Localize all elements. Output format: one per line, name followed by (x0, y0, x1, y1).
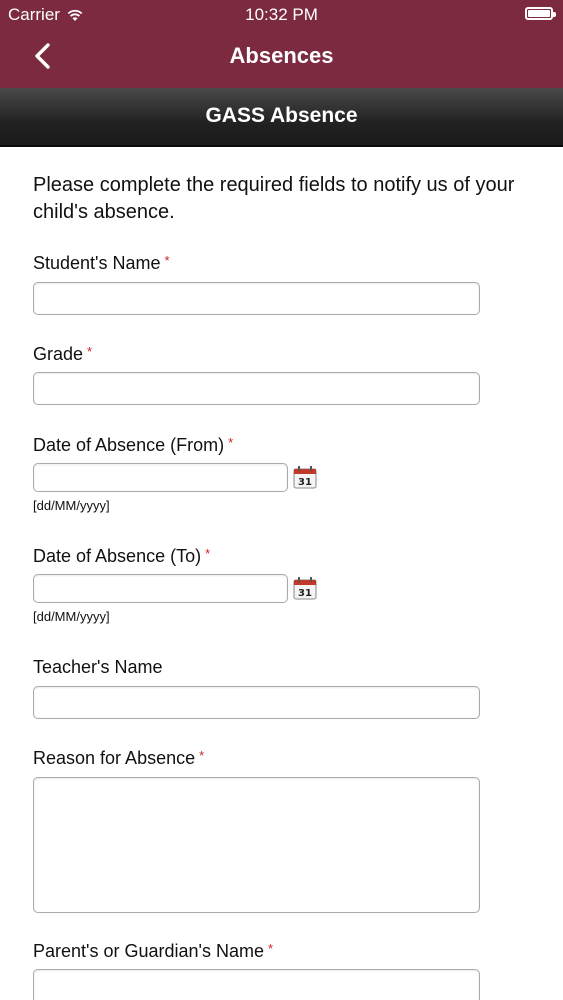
required-marker: * (87, 344, 93, 359)
date-to-label-text: Date of Absence (To) (33, 546, 202, 566)
student-name-label: Student's Name * (33, 253, 170, 274)
calendar-day-text: 31 (298, 477, 312, 488)
reason-label-text: Reason for Absence (33, 748, 196, 768)
form-intro: Please complete the required fields to n… (33, 174, 515, 223)
form-title: GASS Absence (205, 104, 358, 127)
required-marker: * (228, 435, 234, 450)
date-format-hint: [dd/MM/yyyy] (33, 609, 110, 624)
date-to-input[interactable] (33, 574, 288, 603)
student-name-input[interactable] (33, 282, 480, 315)
reason-textarea[interactable] (33, 777, 480, 913)
guardian-name-label-text: Parent's or Guardian's Name (33, 941, 264, 961)
grade-input[interactable] (33, 372, 480, 405)
teacher-name-label-text: Teacher's Name (33, 657, 163, 677)
teacher-name-label: Teacher's Name (33, 657, 163, 678)
grade-label-text: Grade (33, 344, 84, 364)
top-bar: Carrier 10:32 PM Absences (0, 0, 563, 88)
date-from-label-text: Date of Absence (From) (33, 435, 225, 455)
required-marker: * (205, 546, 211, 561)
date-from-input[interactable] (33, 463, 288, 492)
nav-title: Absences (229, 43, 334, 68)
calendar-icon[interactable]: 31 (293, 465, 317, 489)
teacher-name-input[interactable] (33, 686, 480, 719)
date-format-hint: [dd/MM/yyyy] (33, 498, 110, 513)
required-marker: * (164, 253, 170, 268)
form-header-bar: GASS Absence (0, 88, 563, 147)
required-marker: * (199, 748, 205, 763)
status-bar: Carrier 10:32 PM (0, 0, 563, 30)
guardian-name-input[interactable] (33, 969, 480, 1000)
date-from-label: Date of Absence (From) * (33, 435, 233, 456)
battery-icon (525, 7, 556, 20)
grade-label: Grade * (33, 344, 92, 365)
calendar-icon[interactable]: 31 (293, 576, 317, 600)
calendar-day-text: 31 (298, 588, 312, 599)
reason-label: Reason for Absence * (33, 748, 204, 769)
clock: 10:32 PM (245, 5, 318, 24)
guardian-name-label: Parent's or Guardian's Name * (33, 941, 273, 962)
date-to-label: Date of Absence (To) * (33, 546, 210, 567)
required-marker: * (267, 941, 274, 956)
student-name-label-text: Student's Name (33, 253, 161, 273)
